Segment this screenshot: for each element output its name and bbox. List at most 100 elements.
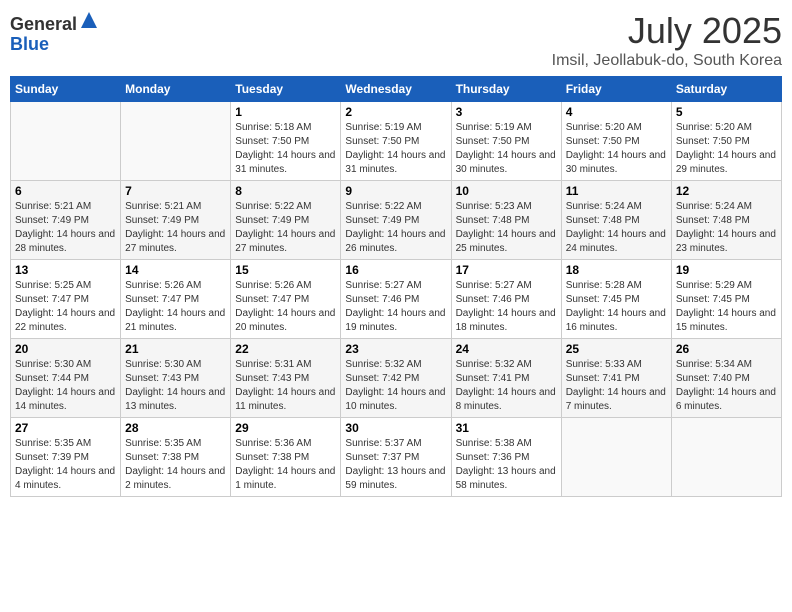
day-info: Sunrise: 5:26 AMSunset: 7:47 PMDaylight:…: [125, 279, 226, 335]
calendar-cell: 24 Sunrise: 5:32 AMSunset: 7:41 PMDayligh…: [451, 339, 561, 418]
calendar-table: SundayMondayTuesdayWednesdayThursdayFrid…: [10, 76, 782, 497]
day-info: Sunrise: 5:20 AMSunset: 7:50 PMDaylight:…: [566, 121, 667, 177]
day-info: Sunrise: 5:22 AMSunset: 7:49 PMDaylight:…: [345, 200, 446, 256]
day-info: Sunrise: 5:37 AMSunset: 7:37 PMDaylight:…: [345, 437, 446, 493]
day-number: 9: [345, 184, 446, 198]
day-number: 10: [456, 184, 557, 198]
weekday-header-wednesday: Wednesday: [341, 77, 451, 102]
calendar-cell: 17Sunrise: 5:27 AMSunset: 7:46 PMDayligh…: [451, 260, 561, 339]
day-info: Sunrise: 5:30 AMSunset: 7:44 PMDaylight:…: [15, 358, 116, 414]
calendar-cell: 26Sunrise: 5:34 AMSunset: 7:40 PMDayligh…: [671, 339, 781, 418]
day-number: 31: [456, 421, 557, 435]
day-number: 6: [15, 184, 116, 198]
calendar-cell: 12 Sunrise: 5:24 AMSunset: 7:48 PMDayligh…: [671, 181, 781, 260]
calendar-cell: [121, 102, 231, 181]
day-info: Sunrise: 5:30 AMSunset: 7:43 PMDaylight:…: [125, 358, 226, 414]
calendar-cell: 19 Sunrise: 5:29 AMSunset: 7:45 PMDayligh…: [671, 260, 781, 339]
calendar-cell: 9 Sunrise: 5:22 AMSunset: 7:49 PMDaylight…: [341, 181, 451, 260]
calendar-cell: 15Sunrise: 5:26 AMSunset: 7:47 PMDayligh…: [231, 260, 341, 339]
calendar-cell: 1 Sunrise: 5:18 AMSunset: 7:50 PMDaylight…: [231, 102, 341, 181]
day-number: 30: [345, 421, 446, 435]
calendar-cell: [671, 418, 781, 497]
day-number: 26: [676, 342, 777, 356]
calendar-cell: 31 Sunrise: 5:38 AMSunset: 7:36 PMDayligh…: [451, 418, 561, 497]
day-number: 2: [345, 105, 446, 119]
day-number: 11: [566, 184, 667, 198]
location-title: Imsil, Jeollabuk-do, South Korea: [552, 52, 782, 70]
day-number: 27: [15, 421, 116, 435]
day-number: 3: [456, 105, 557, 119]
calendar-week-row: 6 Sunrise: 5:21 AMSunset: 7:49 PMDaylight…: [11, 181, 782, 260]
page-header: General Blue July 2025 Imsil, Jeollabuk-…: [10, 10, 782, 70]
day-info: Sunrise: 5:35 AMSunset: 7:38 PMDaylight:…: [125, 437, 226, 493]
logo-icon: [79, 10, 99, 30]
day-number: 24: [456, 342, 557, 356]
day-info: Sunrise: 5:31 AMSunset: 7:43 PMDaylight:…: [235, 358, 336, 414]
day-number: 19: [676, 263, 777, 277]
day-number: 14: [125, 263, 226, 277]
calendar-cell: 2Sunrise: 5:19 AMSunset: 7:50 PMDaylight…: [341, 102, 451, 181]
day-number: 16: [345, 263, 446, 277]
day-number: 29: [235, 421, 336, 435]
calendar-cell: 3Sunrise: 5:19 AMSunset: 7:50 PMDaylight…: [451, 102, 561, 181]
calendar-cell: 18Sunrise: 5:28 AMSunset: 7:45 PMDayligh…: [561, 260, 671, 339]
day-number: 1: [235, 105, 336, 119]
day-info: Sunrise: 5:38 AMSunset: 7:36 PMDaylight:…: [456, 437, 557, 493]
calendar-week-row: 27Sunrise: 5:35 AMSunset: 7:39 PMDayligh…: [11, 418, 782, 497]
day-number: 8: [235, 184, 336, 198]
day-info: Sunrise: 5:21 AMSunset: 7:49 PMDaylight:…: [15, 200, 116, 256]
weekday-header-monday: Monday: [121, 77, 231, 102]
day-number: 28: [125, 421, 226, 435]
day-info: Sunrise: 5:18 AMSunset: 7:50 PMDaylight:…: [235, 121, 336, 177]
day-info: Sunrise: 5:28 AMSunset: 7:45 PMDaylight:…: [566, 279, 667, 335]
weekday-header-friday: Friday: [561, 77, 671, 102]
day-info: Sunrise: 5:24 AMSunset: 7:48 PMDaylight:…: [566, 200, 667, 256]
day-info: Sunrise: 5:33 AMSunset: 7:41 PMDaylight:…: [566, 358, 667, 414]
calendar-cell: 29 Sunrise: 5:36 AMSunset: 7:38 PMDayligh…: [231, 418, 341, 497]
day-info: Sunrise: 5:23 AMSunset: 7:48 PMDaylight:…: [456, 200, 557, 256]
day-info: Sunrise: 5:25 AMSunset: 7:47 PMDaylight:…: [15, 279, 116, 335]
weekday-header-thursday: Thursday: [451, 77, 561, 102]
day-info: Sunrise: 5:27 AMSunset: 7:46 PMDaylight:…: [345, 279, 446, 335]
calendar-cell: 11 Sunrise: 5:24 AMSunset: 7:48 PMDayligh…: [561, 181, 671, 260]
calendar-cell: [561, 418, 671, 497]
calendar-cell: 8 Sunrise: 5:22 AMSunset: 7:49 PMDaylight…: [231, 181, 341, 260]
logo-general: General: [10, 14, 77, 34]
weekday-header-tuesday: Tuesday: [231, 77, 341, 102]
calendar-cell: 5 Sunrise: 5:20 AMSunset: 7:50 PMDaylight…: [671, 102, 781, 181]
day-number: 4: [566, 105, 667, 119]
calendar-cell: 22 Sunrise: 5:31 AMSunset: 7:43 PMDayligh…: [231, 339, 341, 418]
calendar-cell: 28 Sunrise: 5:35 AMSunset: 7:38 PMDayligh…: [121, 418, 231, 497]
calendar-week-row: 20 Sunrise: 5:30 AMSunset: 7:44 PMDayligh…: [11, 339, 782, 418]
day-info: Sunrise: 5:26 AMSunset: 7:47 PMDaylight:…: [235, 279, 336, 335]
calendar-cell: 20 Sunrise: 5:30 AMSunset: 7:44 PMDayligh…: [11, 339, 121, 418]
day-info: Sunrise: 5:32 AMSunset: 7:41 PMDaylight:…: [456, 358, 557, 414]
calendar-cell: 14 Sunrise: 5:26 AMSunset: 7:47 PMDayligh…: [121, 260, 231, 339]
day-info: Sunrise: 5:22 AMSunset: 7:49 PMDaylight:…: [235, 200, 336, 256]
day-number: 21: [125, 342, 226, 356]
calendar-week-row: 1 Sunrise: 5:18 AMSunset: 7:50 PMDaylight…: [11, 102, 782, 181]
day-number: 20: [15, 342, 116, 356]
day-number: 22: [235, 342, 336, 356]
day-info: Sunrise: 5:21 AMSunset: 7:49 PMDaylight:…: [125, 200, 226, 256]
calendar-cell: 7 Sunrise: 5:21 AMSunset: 7:49 PMDaylight…: [121, 181, 231, 260]
day-number: 17: [456, 263, 557, 277]
day-number: 7: [125, 184, 226, 198]
weekday-header-sunday: Sunday: [11, 77, 121, 102]
day-info: Sunrise: 5:29 AMSunset: 7:45 PMDaylight:…: [676, 279, 777, 335]
logo-blue: Blue: [10, 34, 49, 54]
weekday-header-row: SundayMondayTuesdayWednesdayThursdayFrid…: [11, 77, 782, 102]
day-info: Sunrise: 5:36 AMSunset: 7:38 PMDaylight:…: [235, 437, 336, 493]
day-info: Sunrise: 5:20 AMSunset: 7:50 PMDaylight:…: [676, 121, 777, 177]
day-number: 13: [15, 263, 116, 277]
month-title: July 2025: [552, 10, 782, 52]
calendar-cell: 21 Sunrise: 5:30 AMSunset: 7:43 PMDayligh…: [121, 339, 231, 418]
title-block: July 2025 Imsil, Jeollabuk-do, South Kor…: [552, 10, 782, 70]
day-number: 23: [345, 342, 446, 356]
day-number: 5: [676, 105, 777, 119]
calendar-cell: 30 Sunrise: 5:37 AMSunset: 7:37 PMDayligh…: [341, 418, 451, 497]
day-info: Sunrise: 5:24 AMSunset: 7:48 PMDaylight:…: [676, 200, 777, 256]
day-number: 25: [566, 342, 667, 356]
day-number: 12: [676, 184, 777, 198]
calendar-cell: 27Sunrise: 5:35 AMSunset: 7:39 PMDayligh…: [11, 418, 121, 497]
